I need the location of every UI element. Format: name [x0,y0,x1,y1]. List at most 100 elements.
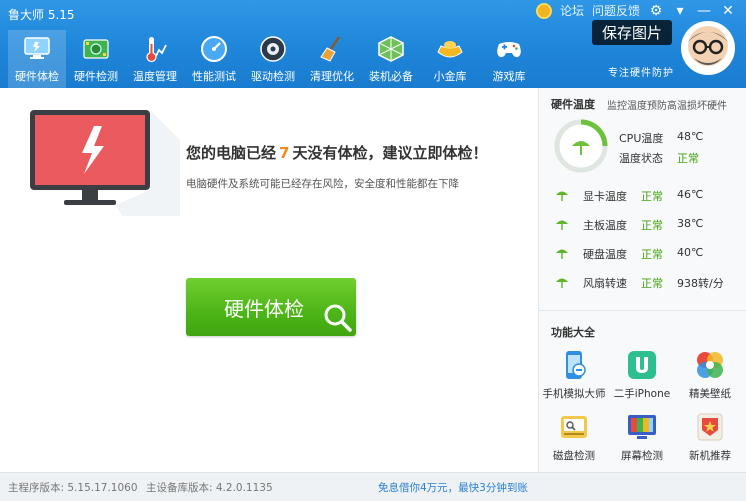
tab-label: 硬件体检 [15,70,59,83]
main-nav: 硬件体检 硬件检测 温度管理 性能测试 驱动检测 清理优化 装机必备 小金库 游… [8,30,539,88]
tab-games[interactable]: 游戏库 [480,30,538,88]
status-bar: 主程序版本: 5.15.17.1060 主设备库版本: 4.2.0.1135 免… [0,472,746,501]
tab-label: 驱动检测 [251,70,295,83]
magnifier-icon [324,304,352,332]
alert-monitor-icon [30,110,180,216]
temp-state-row: 温度状态 正常 [619,150,699,166]
checkup-button-label: 硬件体检 [224,296,304,321]
disk-check-icon [561,416,587,438]
tab-driver[interactable]: 驱动检测 [244,30,302,88]
headline-pre: 您的电脑已经 [186,144,277,162]
speedometer-icon [201,36,227,62]
sensor-row-disk: 硬盘温度 正常 40℃ [555,244,739,264]
feature-label: 手机模拟大师 [542,388,606,400]
days-count: 7 [279,144,290,162]
feature-label: 二手iPhone [613,388,671,400]
temperature-header-desc: 监控温度预防高温损坏硬件 [607,101,727,112]
save-image-button[interactable]: 保存图片 [592,20,673,45]
sensor-status: 正常 [641,219,663,232]
feature-wallpaper[interactable]: 精美壁纸 [677,348,743,401]
tab-label: 装机必备 [369,70,413,83]
cube-icon [378,36,404,62]
main-version: 主程序版本: 5.15.17.1060 [8,482,138,494]
driver-icon [260,36,286,62]
tab-cleanup[interactable]: 清理优化 [303,30,361,88]
feature-screen-check[interactable]: 屏幕检测 [609,410,675,463]
new-device-icon [697,413,723,441]
sensor-value: 40℃ [677,246,704,259]
feature-label: 磁盘检测 [553,450,595,462]
headline-post: 天没有体检，建议立即体检！ [292,144,488,162]
panel-divider [539,310,746,311]
gamepad-icon [497,42,521,58]
used-iphone-icon [628,351,656,379]
tab-label: 清理优化 [310,70,354,83]
sensor-row-fan: 风扇转速 正常 938转/分 [555,273,739,293]
broom-icon [320,36,341,62]
umbrella-icon [556,249,568,259]
feature-label: 精美壁纸 [689,388,731,400]
screen-check-icon [628,415,656,439]
cpu-temp-label: CPU温度 [619,132,664,145]
umbrella-icon [556,278,568,288]
forum-link[interactable]: 论坛 [560,2,584,19]
feature-label: 新机推荐 [689,450,731,462]
sensor-status: 正常 [641,248,663,261]
sensor-value: 46℃ [677,188,704,201]
hardware-checkup-button[interactable]: 硬件体检 [186,278,356,336]
checkup-headline: 您的电脑已经 7 天没有体检，建议立即体检！ [186,142,487,163]
temp-state-value: 正常 [677,152,699,165]
checkup-subtext: 电脑硬件及系统可能已经存在风险，安全度和性能都在下降 [186,178,459,190]
features-header: 功能大全 [551,326,595,339]
brand-area: 保存图片 专注硬件防护 [592,16,738,84]
tab-label: 小金库 [433,70,467,83]
tab-label: 硬件检测 [74,70,118,83]
feature-disk-check[interactable]: 磁盘检测 [541,410,607,463]
coin-icon[interactable] [535,2,552,19]
monitor-icon [24,37,50,59]
sensor-row-motherboard: 主板温度 正常 38℃ [555,215,739,235]
mascot-avatar-icon [681,21,735,75]
sensor-value: 38℃ [677,217,704,230]
sensor-label: 硬盘温度 [583,248,627,261]
sensor-status: 正常 [641,190,663,203]
sensor-label: 风扇转速 [583,277,627,290]
wallpaper-icon [697,352,723,378]
umbrella-icon [556,191,568,201]
db-version: 主设备库版本: 4.2.0.1135 [146,482,273,494]
tab-hardware-detect[interactable]: 硬件检测 [67,30,125,88]
promo-link[interactable]: 免息借你4万元，最快3分钟到账 [378,480,528,495]
umbrella-icon [556,220,568,230]
side-panel: 硬件温度 监控温度预防高温损坏硬件 CPU温度 48℃ 温度状态 正常 显卡温度… [538,88,746,472]
sensor-label: 显卡温度 [583,190,627,203]
sensor-value: 938转/分 [677,277,724,290]
cpu-temp-value: 48℃ [677,130,704,143]
checkup-panel: 您的电脑已经 7 天没有体检，建议立即体检！ 电脑硬件及系统可能已经存在风险，安全度… [0,88,538,472]
brand-slogan: 专注硬件防护 [608,68,674,79]
tab-essentials[interactable]: 装机必备 [362,30,420,88]
tab-hardware-checkup[interactable]: 硬件体检 [8,30,66,88]
tab-vault[interactable]: 小金库 [421,30,479,88]
title-bar: 鲁大师 5.15 论坛 问题反馈 ⚙ ▾ — ✕ 硬件体检 硬件检测 温度管理 … [0,0,746,88]
tab-label: 性能测试 [192,70,236,83]
temperature-header: 硬件温度 [551,98,595,111]
feature-label: 屏幕检测 [621,450,663,462]
cpu-temp-row: CPU温度 48℃ [619,130,703,146]
temp-state-label: 温度状态 [619,152,663,165]
tab-temperature[interactable]: 温度管理 [126,30,184,88]
feature-phone-emulator[interactable]: 手机模拟大师 [541,348,607,401]
app-title: 鲁大师 5.15 [8,8,75,22]
feature-new-device[interactable]: 新机推荐 [677,410,743,463]
chip-icon [83,39,109,59]
phone-emulator-icon [566,351,586,379]
gold-ingot-icon [437,41,463,58]
tab-label: 温度管理 [133,70,177,83]
feature-used-iphone[interactable]: 二手iPhone [609,348,675,401]
sensor-row-gpu: 显卡温度 正常 46℃ [555,186,739,206]
sensor-label: 主板温度 [583,219,627,232]
tab-performance[interactable]: 性能测试 [185,30,243,88]
cpu-temperature-gauge [554,119,608,173]
tab-label: 游戏库 [492,70,526,83]
sensor-status: 正常 [641,277,663,290]
thermometer-icon [146,37,167,63]
